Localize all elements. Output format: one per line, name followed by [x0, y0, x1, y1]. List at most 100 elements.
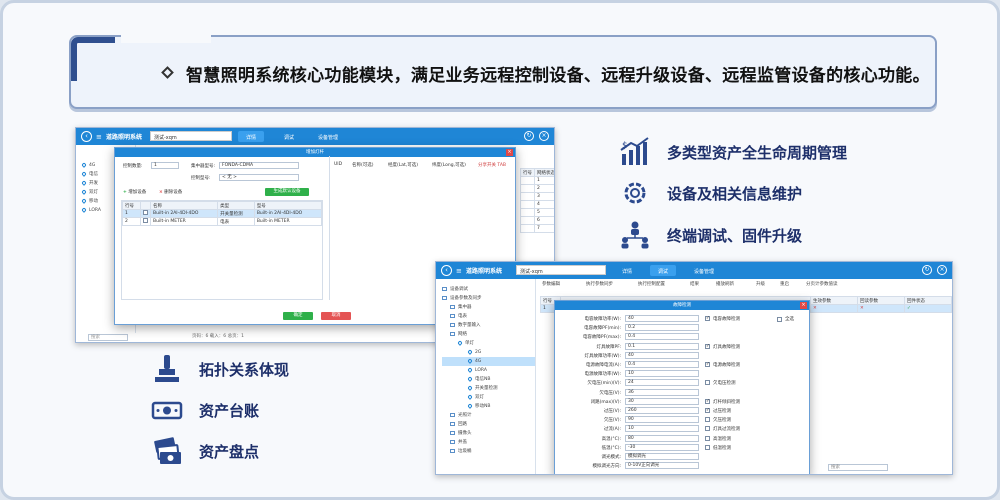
fault-field-input[interactable]: 0-10V正向调光 — [625, 462, 699, 470]
fault-check-box[interactable] — [705, 343, 710, 349]
menu-icon[interactable]: ≡ — [96, 133, 102, 141]
tab-device-management[interactable]: 设备管理 — [310, 131, 346, 142]
fault-field-input[interactable]: 0.1 — [625, 342, 699, 350]
back-icon[interactable]: ‹ — [441, 265, 452, 276]
fault-check-label: 灯具过流检测 — [713, 427, 740, 433]
tree-node[interactable]: 网络 — [442, 330, 535, 339]
toolbar-restart-button[interactable]: 重启 — [780, 281, 789, 287]
batch-input[interactable]: 1 — [151, 162, 179, 169]
toolbar-result-button[interactable]: 结果 — [690, 281, 699, 287]
tab-device-management[interactable]: 设备管理 — [686, 265, 722, 276]
location-pin-icon — [467, 357, 473, 364]
tree-node[interactable]: 2G — [442, 348, 535, 357]
svg-text:$: $ — [622, 141, 628, 151]
tree-node[interactable]: 开关量检测 — [442, 384, 535, 393]
fault-check-box[interactable] — [705, 417, 710, 423]
tree-node[interactable]: 设备参数及同步 — [442, 294, 535, 303]
fault-check-box[interactable] — [705, 380, 710, 386]
tab-details[interactable]: 详情 — [614, 265, 640, 276]
tree-node[interactable]: 电信NB — [442, 375, 535, 384]
search-input[interactable]: 搜索 — [828, 464, 888, 471]
project-select[interactable]: 测试-xqm — [516, 265, 606, 275]
fault-check-label: 电容故障检测 — [713, 317, 740, 322]
fault-field-input[interactable]: 30 — [625, 397, 699, 405]
toolbar-sync-button[interactable]: 执行参数同步 — [586, 281, 613, 287]
ok-button[interactable]: 确定 — [283, 312, 313, 320]
fault-check-box[interactable] — [705, 444, 710, 450]
project-select[interactable]: 测试-xqm — [150, 131, 232, 141]
fault-field-input[interactable]: 0.4 — [625, 333, 699, 341]
tree-node[interactable]: 移动NB — [442, 402, 535, 411]
fault-field-input[interactable]: 90 — [625, 416, 699, 424]
tree-node[interactable]: 井盖 — [442, 438, 535, 447]
fault-field-input[interactable]: 模拟调光 — [625, 453, 699, 460]
fault-check-box[interactable] — [705, 362, 710, 367]
tab-debug[interactable]: 调试 — [650, 265, 677, 276]
dialog-close-icon[interactable]: × — [506, 149, 513, 156]
search-input[interactable]: 搜索 — [88, 334, 128, 341]
toolbar-read-button[interactable]: 分页计参数值读 — [806, 281, 838, 287]
tree-node[interactable]: 集中器 — [442, 303, 535, 312]
select-all-checkbox[interactable] — [777, 317, 782, 322]
tree-node[interactable]: 4G — [442, 357, 535, 366]
toolbar-control-button[interactable]: 执行控制配置 — [638, 281, 665, 287]
tree-node[interactable]: LORA — [442, 366, 535, 375]
tree-node[interactable]: 数字量输入 — [442, 321, 535, 330]
fault-field-label: 欠电压(V): — [599, 390, 621, 396]
tree-node[interactable]: 单灯 — [442, 339, 535, 348]
fault-field-input[interactable]: 40 — [625, 351, 699, 359]
add-device-button[interactable]: + 增加设备 — [123, 189, 146, 195]
fault-check-box[interactable] — [705, 426, 710, 432]
fault-field-label: 电容故障PF(min): — [584, 326, 621, 332]
row-check[interactable] — [140, 217, 151, 226]
back-icon[interactable]: ‹ — [81, 131, 92, 142]
tree-node[interactable]: 摄像头 — [442, 429, 535, 438]
refresh-icon[interactable]: ↻ — [524, 131, 534, 141]
tree-node[interactable]: 双灯 — [442, 393, 535, 402]
fault-field-input[interactable]: 80 — [625, 434, 699, 442]
delete-device-button[interactable]: × 删除设备 — [159, 189, 182, 195]
fault-check-box[interactable] — [705, 435, 710, 441]
fault-field-label: 过压(V): — [603, 409, 621, 414]
tree-node[interactable]: 回路 — [442, 420, 535, 429]
toolbar-refresh-button[interactable]: 播放刷新 — [716, 281, 734, 287]
fault-field-label: 电容故障功率(W): — [584, 317, 621, 322]
toolbar-upgrade-button[interactable]: 升级 — [756, 281, 765, 287]
grid-cell: ✕ — [810, 304, 858, 313]
type-select[interactable]: FONDA-CDMA — [219, 162, 299, 169]
tree-node[interactable]: 设备调试 — [442, 285, 535, 294]
menu-icon[interactable]: ≡ — [456, 267, 462, 275]
cancel-button[interactable]: 取消 — [321, 312, 351, 320]
close-icon[interactable]: × — [937, 265, 947, 275]
fault-field-input[interactable]: 36 — [625, 388, 699, 396]
grid-cell: 5 — [534, 208, 554, 217]
fault-check-box[interactable] — [705, 316, 710, 321]
fault-field-input[interactable]: 10 — [625, 370, 699, 378]
tab-details[interactable]: 详情 — [238, 131, 265, 142]
close-icon[interactable]: × — [539, 131, 549, 141]
dialog-close-icon[interactable]: × — [800, 302, 807, 309]
fault-field-input[interactable]: 10 — [625, 425, 699, 433]
location-pin-icon — [467, 348, 473, 355]
grid-cell: 2 — [534, 184, 554, 193]
fault-field-input[interactable]: 0.4 — [625, 361, 699, 368]
tree-node[interactable]: 电表 — [442, 312, 535, 321]
fault-check-box[interactable] — [705, 408, 710, 413]
toolbar-edit-button[interactable]: 参数编辑 — [542, 281, 560, 287]
refresh-icon[interactable]: ↻ — [922, 265, 932, 275]
tree-node[interactable]: 垃圾桶 — [442, 447, 535, 456]
fault-field-input[interactable]: 0.2 — [625, 324, 699, 332]
table-row[interactable]: 1 Built-in 2AI-4DI-4DO 开关量检测 Built-in 2A… — [122, 209, 323, 218]
table-row[interactable]: 2 Built-in METER 电表 Built-in METER — [122, 217, 323, 226]
ctrl-select[interactable]: < 无 > — [219, 174, 299, 181]
fault-check-box[interactable] — [705, 398, 710, 404]
fault-field-input[interactable]: 24 — [625, 379, 699, 387]
generate-default-button[interactable]: 生成默认设备 — [265, 188, 309, 196]
fault-field-input[interactable]: -30 — [625, 443, 699, 451]
location-pin-icon — [81, 206, 87, 213]
fault-field-input[interactable]: 260 — [625, 407, 699, 414]
row-check[interactable] — [140, 209, 151, 218]
tab-debug[interactable]: 调试 — [276, 131, 302, 142]
fault-field-input[interactable]: 40 — [625, 315, 699, 322]
tree-node[interactable]: 光照计 — [442, 411, 535, 420]
